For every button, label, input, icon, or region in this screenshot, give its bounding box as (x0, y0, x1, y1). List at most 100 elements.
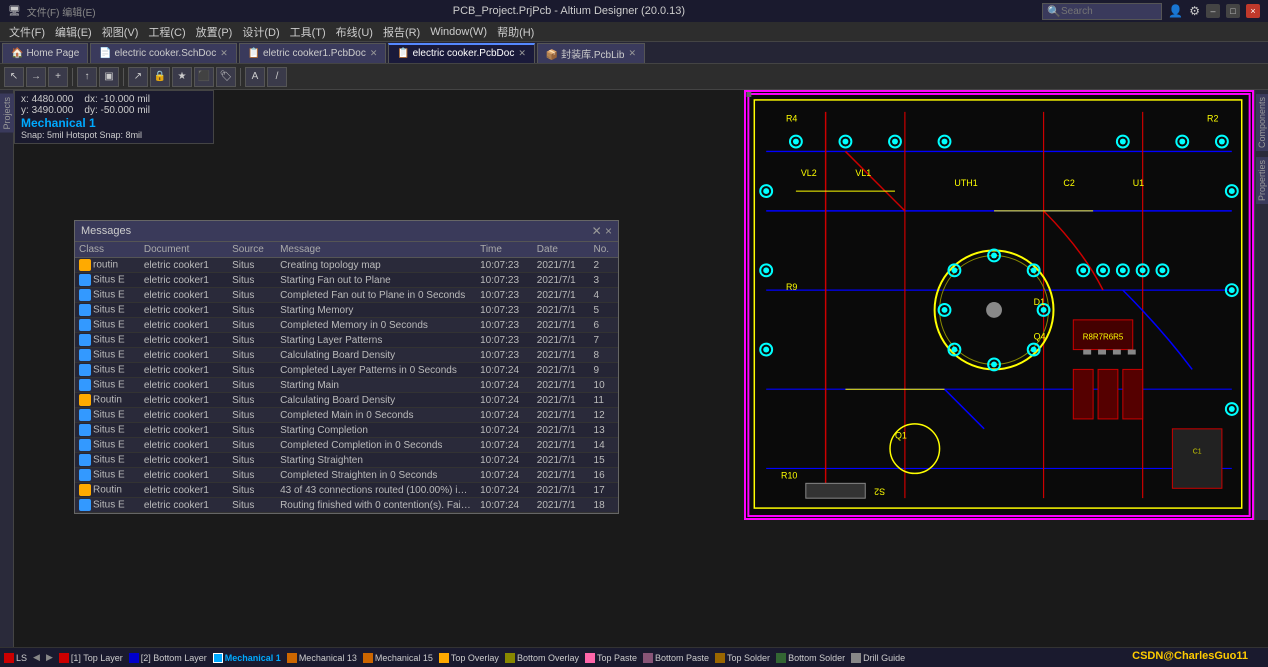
cell-src: Situs (228, 468, 276, 483)
nav-next[interactable]: ▶ (46, 652, 53, 663)
table-row[interactable]: Situs E eletric cooker1 Situs Starting M… (75, 378, 618, 393)
table-row[interactable]: Situs E eletric cooker1 Situs Completed … (75, 363, 618, 378)
layer-top-solder[interactable]: Top Solder (715, 653, 770, 663)
projects-panel-tab[interactable]: Projects (0, 94, 14, 133)
table-row[interactable]: Situs E eletric cooker1 Situs Completed … (75, 468, 618, 483)
cell-time: 10:07:24 (476, 393, 533, 408)
tab-schdoc[interactable]: 📄 electric cooker.SchDoc ✕ (90, 43, 237, 63)
table-row[interactable]: Situs E eletric cooker1 Situs Calculatin… (75, 348, 618, 363)
cell-doc: eletric cooker1 (140, 468, 228, 483)
sep1 (72, 68, 73, 86)
pcb-canvas[interactable]: R8R7R6R5 C1 VL2 VL1 UTH1 C2 U1 R9 R4 R2 … (744, 90, 1254, 520)
table-row[interactable]: Situs E eletric cooker1 Situs Starting F… (75, 273, 618, 288)
layer-bottom-solder[interactable]: Bottom Solder (776, 653, 845, 663)
maximize-button[interactable]: □ (1226, 4, 1240, 18)
tool-add[interactable]: + (48, 67, 68, 87)
menu-tools[interactable]: 工具(T) (285, 24, 331, 40)
table-row[interactable]: Situs E eletric cooker1 Situs Starting S… (75, 453, 618, 468)
cell-date: 2021/7/1 (533, 453, 590, 468)
nav-prev[interactable]: ◀ (33, 652, 40, 663)
layer-drill-guide[interactable]: Drill Guide (851, 653, 905, 663)
cell-src: Situs (228, 288, 276, 303)
tool-rect[interactable]: ▣ (99, 67, 119, 87)
table-row[interactable]: Situs E eletric cooker1 Situs Completed … (75, 288, 618, 303)
cell-date: 2021/7/1 (533, 348, 590, 363)
layer-bottom-paste[interactable]: Bottom Paste (643, 653, 709, 663)
cell-doc: eletric cooker1 (140, 303, 228, 318)
menu-route[interactable]: 布线(U) (331, 24, 378, 40)
cell-msg: Completed Completion in 0 Seconds (276, 438, 476, 453)
menu-help[interactable]: 帮助(H) (492, 24, 539, 40)
menu-project[interactable]: 工程(C) (143, 24, 190, 40)
close-icon[interactable]: ✕ (370, 48, 378, 59)
tab-label: 📋 electric cooker.PcbDoc (397, 48, 514, 59)
layer-mech15[interactable]: Mechanical 15 (363, 653, 433, 663)
layer-mech13[interactable]: Mechanical 13 (287, 653, 357, 663)
menu-file[interactable]: 文件(F) (4, 24, 50, 40)
tool-line[interactable]: / (267, 67, 287, 87)
svg-text:C2: C2 (1063, 178, 1074, 188)
layer-bottom-overlay[interactable]: Bottom Overlay (505, 653, 579, 663)
cell-no: 11 (590, 393, 618, 408)
components-panel-tab[interactable]: Components (1256, 94, 1268, 151)
messages-table: Class Document Source Message Time Date … (75, 242, 618, 513)
tool-select[interactable]: ↖ (4, 67, 24, 87)
table-row[interactable]: Situs E eletric cooker1 Situs Completed … (75, 408, 618, 423)
tab-pcblib[interactable]: 📦 封装库.PcbLib ✕ (537, 43, 645, 63)
tab-homepage[interactable]: 🏠 Home Page (2, 43, 88, 63)
cell-time: 10:07:24 (476, 498, 533, 513)
cell-msg: Routing finished with 0 contention(s). F… (276, 498, 476, 513)
table-row[interactable]: Situs E eletric cooker1 Situs Starting M… (75, 303, 618, 318)
close-button[interactable]: × (1246, 4, 1260, 18)
close-icon[interactable]: ✕ (628, 48, 636, 59)
table-row[interactable]: Situs E eletric cooker1 Situs Completed … (75, 438, 618, 453)
menu-bar: 文件(F) 编辑(E) 视图(V) 工程(C) 放置(P) 设计(D) 工具(T… (0, 22, 1268, 42)
table-row[interactable]: routin eletric cooker1 Situs Creating to… (75, 258, 618, 273)
menu-place[interactable]: 放置(P) (191, 24, 238, 40)
table-row[interactable]: Routin eletric cooker1 Situs Calculating… (75, 393, 618, 408)
component-name: Mechanical 1 (21, 116, 207, 130)
layer-drill-guide-color (851, 653, 861, 663)
layer-bottom[interactable]: [2] Bottom Layer (129, 653, 207, 663)
table-row[interactable]: Situs E eletric cooker1 Situs Starting C… (75, 423, 618, 438)
search-input[interactable] (1061, 6, 1151, 17)
layer-top-paste[interactable]: Top Paste (585, 653, 637, 663)
tool-star[interactable]: ★ (172, 67, 192, 87)
cell-no: 13 (590, 423, 618, 438)
minimize-button[interactable]: – (1206, 4, 1220, 18)
menu-view[interactable]: 视图(V) (97, 24, 144, 40)
tab-pcbdoc1[interactable]: 📋 eletric cooker1.PcbDoc ✕ (239, 43, 387, 63)
layer-top[interactable]: [1] Top Layer (59, 653, 123, 663)
cell-class: Situs E (75, 468, 140, 483)
menu-reports[interactable]: 报告(R) (378, 24, 425, 40)
close-icon[interactable]: ✕ (220, 48, 228, 59)
tool-route[interactable]: → (26, 67, 46, 87)
menu-window[interactable]: Window(W) (425, 26, 492, 38)
messages-header[interactable]: Messages ✕ × (75, 221, 618, 242)
table-row[interactable]: Situs E eletric cooker1 Situs Routing fi… (75, 498, 618, 513)
table-row[interactable]: Situs E eletric cooker1 Situs Starting L… (75, 333, 618, 348)
layer-ls[interactable]: LS (4, 653, 27, 663)
search-box[interactable]: 🔍 (1042, 3, 1162, 20)
cell-time: 10:07:24 (476, 483, 533, 498)
layer-bar: LS ◀ ▶ [1] Top Layer [2] Bottom Layer Me… (0, 647, 1268, 667)
tool-cursor[interactable]: ↗ (128, 67, 148, 87)
tool-chip[interactable]: ⬛ (194, 67, 214, 87)
layer-top-overlay[interactable]: Top Overlay (439, 653, 499, 663)
messages-title: Messages (81, 225, 131, 237)
layer-mech1[interactable]: Mechanical 1 (213, 653, 281, 663)
tool-label[interactable]: 🏷 (216, 67, 236, 87)
table-row[interactable]: Situs E eletric cooker1 Situs Completed … (75, 318, 618, 333)
tool-lock[interactable]: 🔒 (150, 67, 170, 87)
tab-pcbdoc-active[interactable]: 📋 electric cooker.PcbDoc ✕ (388, 43, 535, 63)
properties-panel-tab[interactable]: Properties (1256, 157, 1268, 204)
tool-upload[interactable]: ↑ (77, 67, 97, 87)
cell-no: 10 (590, 378, 618, 393)
cell-no: 7 (590, 333, 618, 348)
close-icon[interactable]: ✕ (518, 48, 526, 59)
table-row[interactable]: Routin eletric cooker1 Situs 43 of 43 co… (75, 483, 618, 498)
menu-edit[interactable]: 编辑(E) (50, 24, 97, 40)
tool-a[interactable]: A (245, 67, 265, 87)
menu-design[interactable]: 设计(D) (237, 24, 284, 40)
messages-close-button[interactable]: ✕ × (592, 224, 612, 238)
